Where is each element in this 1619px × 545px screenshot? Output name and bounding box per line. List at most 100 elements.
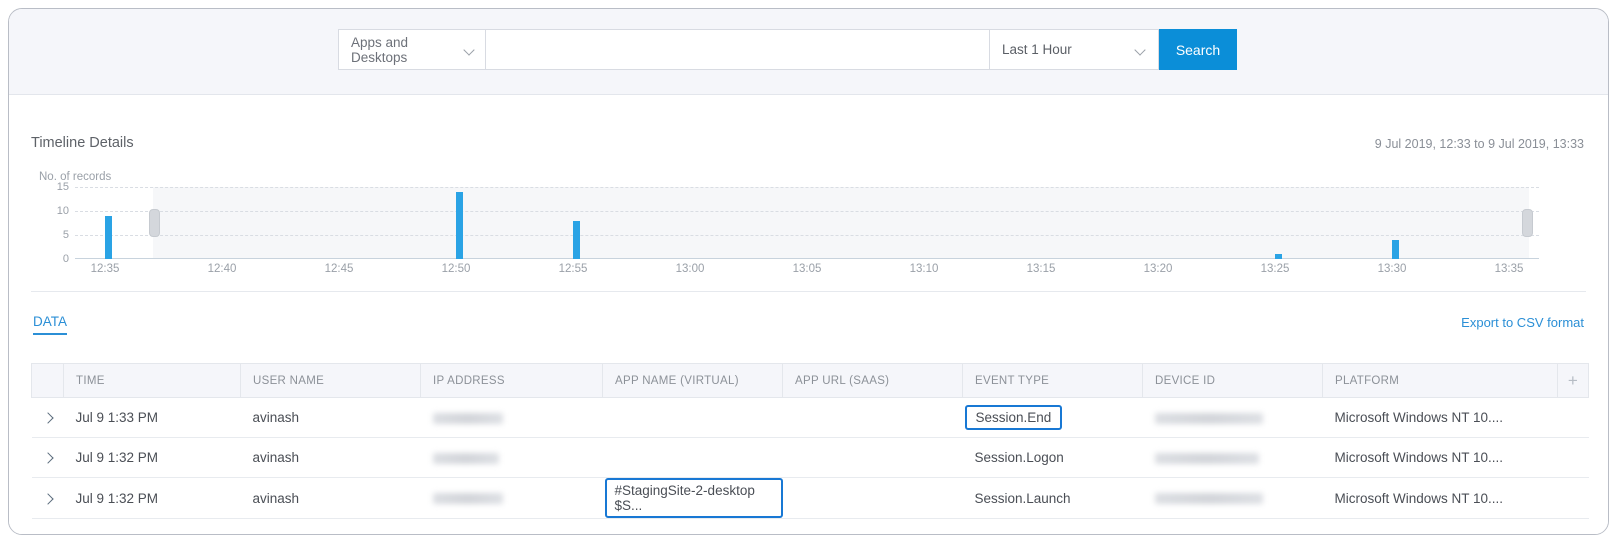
chevron-down-icon xyxy=(464,44,475,55)
tab-data[interactable]: DATA xyxy=(33,314,68,335)
cell-device-id xyxy=(1142,437,1323,478)
timeline-range-text: 9 Jul 2019, 12:33 to 9 Jul 2019, 13:33 xyxy=(1374,137,1584,151)
cell-time: Jul 9 1:33 PM xyxy=(63,397,241,438)
timeline-panel: Timeline Details 9 Jul 2019, 12:33 to 9 … xyxy=(9,95,1608,292)
chart-baseline xyxy=(75,258,1539,259)
x-tick: 13:30 xyxy=(1377,263,1407,275)
gridline xyxy=(75,235,1539,236)
table-header-app-url[interactable]: APP URL (SAAS) xyxy=(782,363,963,398)
table-header-device-id[interactable]: DEVICE ID xyxy=(1142,363,1323,398)
x-tick: 13:00 xyxy=(675,263,705,275)
chart-y-axis: 15 10 5 0 xyxy=(39,181,69,265)
cell-app-url xyxy=(782,397,963,438)
cell-spacer xyxy=(1557,437,1589,478)
cell-app-name xyxy=(602,397,783,438)
timeline-chart[interactable]: 15 10 5 0 xyxy=(39,181,1539,265)
redacted-value xyxy=(432,412,503,424)
y-tick: 0 xyxy=(62,253,69,265)
redacted-value xyxy=(432,493,503,505)
chart-bar[interactable] xyxy=(1392,239,1399,259)
x-tick: 12:45 xyxy=(324,263,354,275)
gridline xyxy=(75,187,1539,188)
time-range-label: Last 1 Hour xyxy=(1002,42,1072,57)
search-button-label: Search xyxy=(1175,41,1221,58)
x-tick: 13:35 xyxy=(1494,263,1524,275)
table-header-platform[interactable]: PLATFORM xyxy=(1322,363,1558,398)
cell-user-name: avinash xyxy=(240,437,421,478)
x-tick: 12:40 xyxy=(207,263,237,275)
range-handle-left[interactable] xyxy=(149,209,160,237)
time-range-dropdown[interactable]: Last 1 Hour xyxy=(990,29,1159,70)
cell-time: Jul 9 1:32 PM xyxy=(63,477,241,519)
chart-bar[interactable] xyxy=(1275,254,1282,259)
cell-app-url xyxy=(782,437,963,478)
x-tick: 13:15 xyxy=(1026,263,1056,275)
category-dropdown[interactable]: Apps and Desktops xyxy=(338,29,486,70)
search-button[interactable]: Search xyxy=(1159,29,1237,70)
redacted-value xyxy=(1154,452,1259,464)
table-row[interactable]: Jul 9 1:32 PM avinash #StagingSite-2-deskt… xyxy=(31,477,1589,519)
cell-platform: Microsoft Windows NT 10.... xyxy=(1322,477,1558,519)
row-expand-cell[interactable] xyxy=(31,437,64,478)
range-handle-right[interactable] xyxy=(1522,209,1533,237)
table-header-app-name[interactable]: APP NAME (VIRTUAL) xyxy=(602,363,783,398)
events-table: TIME USER NAME IP ADDRESS APP NAME (VIRT… xyxy=(31,363,1589,519)
cell-platform: Microsoft Windows NT 10.... xyxy=(1322,437,1558,478)
y-tick: 15 xyxy=(56,181,69,193)
chevron-right-icon[interactable] xyxy=(44,454,52,462)
timeline-title: Timeline Details xyxy=(31,135,134,151)
cell-event-type: Session.End xyxy=(962,397,1143,438)
x-tick: 13:10 xyxy=(909,263,939,275)
gridline xyxy=(75,211,1539,212)
cell-user-name: avinash xyxy=(240,397,421,438)
add-column-button[interactable]: + xyxy=(1557,363,1589,398)
redacted-value xyxy=(1154,412,1263,424)
cell-event-type: Session.Launch xyxy=(962,477,1143,519)
x-tick: 13:05 xyxy=(792,263,822,275)
chevron-down-icon xyxy=(1135,44,1146,55)
chart-plot-area xyxy=(75,187,1539,259)
table-header-event-type[interactable]: EVENT TYPE xyxy=(962,363,1143,398)
cell-platform: Microsoft Windows NT 10.... xyxy=(1322,397,1558,438)
cell-spacer xyxy=(1557,477,1589,519)
table-row[interactable]: Jul 9 1:33 PM avinash Session.End Microsoft… xyxy=(31,397,1589,438)
x-tick: 12:50 xyxy=(441,263,471,275)
export-csv-link[interactable]: Export to CSV format xyxy=(1461,315,1584,330)
cell-spacer xyxy=(1557,397,1589,438)
search-input[interactable] xyxy=(486,29,990,70)
cell-app-name: #StagingSite-2-desktop $S... xyxy=(602,477,783,519)
chart-bar[interactable] xyxy=(456,191,463,259)
redacted-value xyxy=(1154,493,1263,505)
category-dropdown-label: Apps and Desktops xyxy=(351,34,409,65)
highlight-box: #StagingSite-2-desktop $S... xyxy=(604,478,783,518)
y-tick: 5 xyxy=(62,229,69,241)
x-tick: 12:55 xyxy=(558,263,588,275)
table-header-time[interactable]: TIME xyxy=(63,363,241,398)
table-header-row: TIME USER NAME IP ADDRESS APP NAME (VIRT… xyxy=(31,363,1589,398)
highlight-box: Session.End xyxy=(964,405,1063,430)
data-section: DATA Export to CSV format TIME USER NAME… xyxy=(9,292,1608,534)
cell-event-type: Session.Logon xyxy=(962,437,1143,478)
table-header-ip-address[interactable]: IP ADDRESS xyxy=(420,363,603,398)
chevron-right-icon[interactable] xyxy=(44,495,52,503)
cell-ip-address xyxy=(420,437,603,478)
cell-device-id xyxy=(1142,397,1323,438)
app-window: Apps and Desktops Last 1 Hour Search Tim… xyxy=(8,8,1609,535)
chart-bar[interactable] xyxy=(573,220,580,259)
x-tick: 13:25 xyxy=(1260,263,1290,275)
cell-ip-address xyxy=(420,477,603,519)
y-tick: 10 xyxy=(56,205,69,217)
cell-app-url xyxy=(782,477,963,519)
cell-ip-address xyxy=(420,397,603,438)
table-header-user-name[interactable]: USER NAME xyxy=(240,363,421,398)
row-expand-cell[interactable] xyxy=(31,477,64,519)
chart-bar[interactable] xyxy=(105,215,112,259)
chevron-right-icon[interactable] xyxy=(44,414,52,422)
x-tick: 13:20 xyxy=(1143,263,1173,275)
cell-user-name: avinash xyxy=(240,477,421,519)
chart-x-axis: 12:35 12:40 12:45 12:50 12:55 13:00 13:05 13:10… xyxy=(75,263,1539,279)
cell-app-name xyxy=(602,437,783,478)
row-expand-cell[interactable] xyxy=(31,397,64,438)
table-row[interactable]: Jul 9 1:32 PM avinash Session.Logon Microso… xyxy=(31,437,1589,478)
chart-plot-background xyxy=(153,187,1529,259)
